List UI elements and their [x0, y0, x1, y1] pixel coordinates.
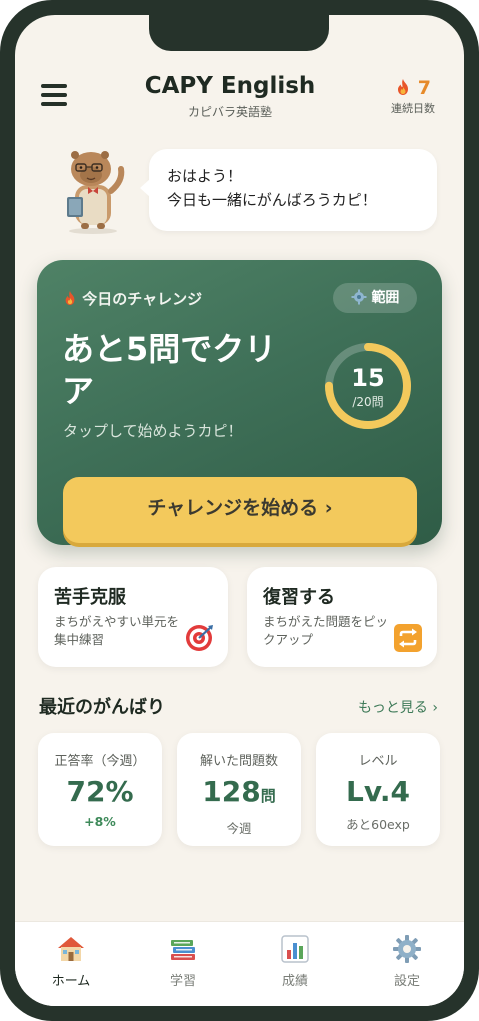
bottom-navigation: ホーム 学習 成績 設定: [15, 921, 464, 1006]
phone-frame: CAPY English カピバラ英語塾 7 連続日数 おはよう！ 今日も一緒に…: [0, 0, 479, 1021]
weakness-practice-card[interactable]: 苦手克服 まちがえやすい単元を集中練習: [38, 567, 228, 667]
stat-label: 正答率（今週）: [54, 754, 146, 769]
stat-number: 128: [202, 775, 261, 808]
books-icon: [171, 940, 195, 960]
stat-number: 72%: [66, 775, 134, 808]
repeat-icon: [394, 624, 422, 652]
nav-settings[interactable]: 設定: [351, 934, 463, 989]
stat-label: 解いた問題数: [199, 754, 278, 769]
fire-icon: [398, 79, 409, 95]
app-screen: CAPY English カピバラ英語塾 7 連続日数 おはよう！ 今日も一緒に…: [15, 15, 464, 1006]
gear-icon: [393, 935, 421, 963]
action-title: 苦手克服: [54, 587, 126, 608]
nav-label: 成績: [281, 974, 308, 989]
progress-number: 15: [351, 364, 385, 392]
stat-label: レベル: [358, 754, 398, 769]
stat-note: あと60exp: [346, 817, 410, 832]
review-card[interactable]: 復習する まちがえた問題をピックアップ: [247, 567, 437, 667]
nav-results[interactable]: 成績: [239, 934, 351, 989]
nav-label: 学習: [169, 974, 196, 989]
menu-bar: [41, 102, 67, 106]
challenge-subtitle: タップして始めようカピ！: [63, 422, 243, 440]
device-notch: [149, 15, 329, 51]
greeting-line-2: 今日も一緒にがんばろうカピ！: [167, 191, 377, 209]
stat-note: +8%: [84, 814, 116, 829]
app-subtitle: カピバラ英語塾: [187, 105, 272, 119]
greeting-line-1: おはよう！: [167, 167, 243, 185]
range-button-label: 範囲: [371, 290, 400, 306]
menu-bar: [41, 93, 67, 97]
stat-value: 72%: [38, 775, 162, 809]
action-title: 復習する: [263, 587, 335, 608]
recent-section-title: 最近のがんばり: [39, 697, 165, 718]
action-description: まちがえやすい単元を集中練習: [54, 614, 180, 647]
menu-button[interactable]: [41, 83, 67, 107]
stat-number: Lv.4: [346, 775, 410, 808]
gear-icon: [351, 289, 367, 305]
level-stat-card[interactable]: レベル Lv.4 あと60exp: [316, 733, 440, 846]
streak-count: 7: [417, 77, 431, 99]
challenge-title: あと5問でクリア: [62, 330, 277, 410]
capybara-mascot: [67, 151, 125, 234]
speech-bubble: おはよう！ 今日も一緒にがんばろうカピ！: [140, 149, 437, 231]
streak-counter[interactable]: 7 連続日数: [383, 77, 443, 116]
nav-study[interactable]: 学習: [127, 934, 239, 989]
progress-denominator: /20問: [352, 395, 384, 409]
app-title: CAPY English: [144, 73, 316, 99]
stat-unit: 問: [260, 787, 276, 805]
action-description: まちがえた問題をピックアップ: [263, 614, 389, 647]
streak-label: 連続日数: [391, 102, 435, 115]
nav-home[interactable]: ホーム: [15, 934, 127, 989]
range-button[interactable]: 範囲: [333, 283, 417, 313]
solved-count-stat-card[interactable]: 解いた問題数 128問 今週: [177, 733, 301, 846]
see-more-link[interactable]: もっと見る ›: [358, 697, 438, 717]
stat-value: 128問: [177, 775, 301, 813]
nav-label: ホーム: [51, 974, 91, 989]
start-challenge-button[interactable]: チャレンジを始める ›: [63, 477, 417, 543]
stat-note: 今週: [226, 821, 252, 836]
menu-bar: [41, 84, 67, 88]
fire-icon: [65, 291, 75, 305]
bar-chart-icon: [281, 935, 309, 963]
target-icon: [186, 625, 213, 651]
daily-challenge-card[interactable]: 今日のチャレンジ 範囲 あと5問でクリア タップして始めようカピ！ 15 /20…: [37, 260, 442, 545]
accuracy-stat-card[interactable]: 正答率（今週） 72% +8%: [38, 733, 162, 846]
home-icon: [58, 937, 84, 961]
nav-label: 設定: [393, 974, 420, 989]
challenge-label-text: 今日のチャレンジ: [82, 290, 203, 308]
stat-value: Lv.4: [316, 775, 440, 809]
challenge-label: 今日のチャレンジ: [63, 288, 202, 309]
